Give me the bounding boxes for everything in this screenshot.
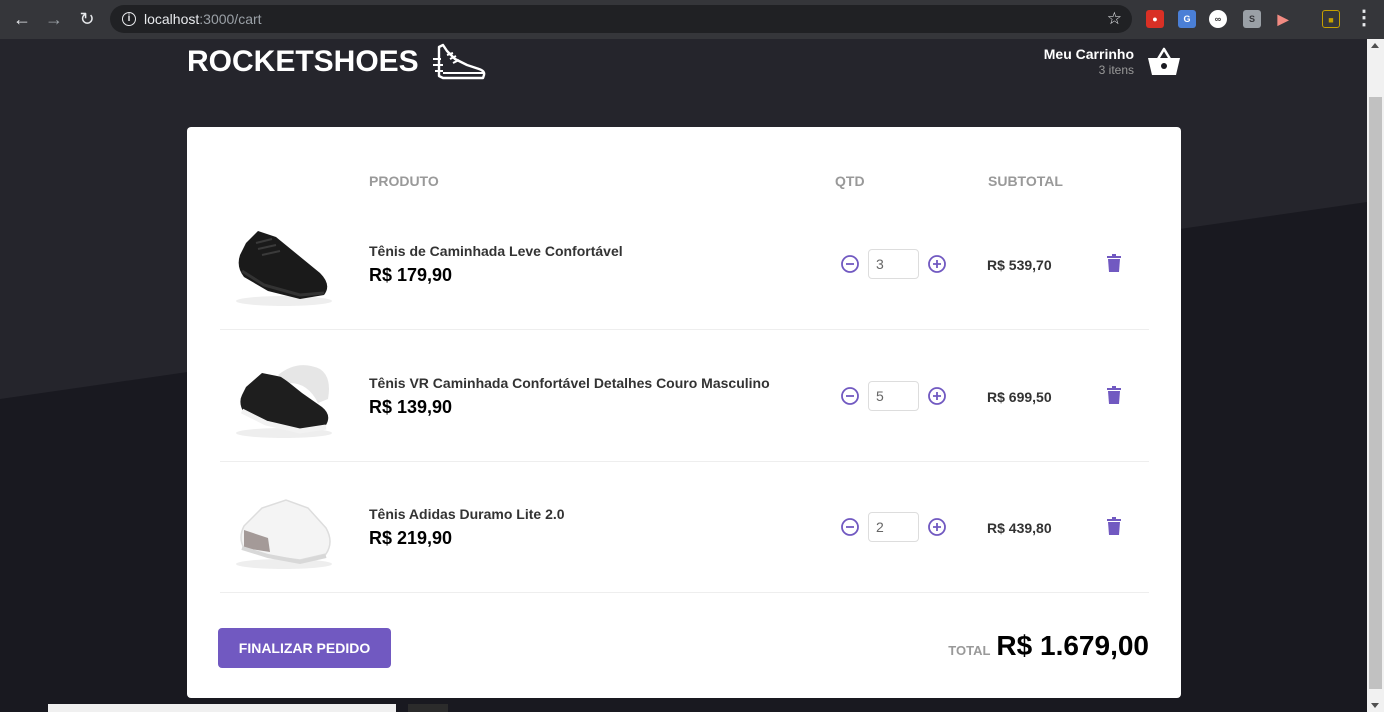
header-subtotal: SUBTOTAL	[988, 173, 1063, 189]
taskbar-item[interactable]	[408, 704, 448, 712]
product-subtotal: R$ 439,80	[987, 520, 1052, 536]
product-title: Tênis VR Caminhada Confortável Detalhes …	[369, 375, 770, 391]
white-sneaker-image	[236, 499, 332, 569]
product-price: R$ 219,90	[369, 528, 453, 548]
extension-red-icon[interactable]: ●	[1146, 10, 1164, 28]
sneaker-logo-icon	[432, 43, 486, 80]
finish-order-button[interactable]: FINALIZAR PEDIDO	[218, 628, 391, 668]
product-price: R$ 179,90	[369, 265, 453, 285]
url-text[interactable]: localhost:3000/cart	[144, 11, 262, 27]
cart-panel: PRODUTO QTD SUBTOTAL Tênis de Caminhada …	[187, 127, 1181, 698]
product-info: Tênis VR Caminhada Confortável Detalhes …	[369, 375, 770, 418]
table-row: Tênis Adidas Duramo Lite 2.0 R$ 219,90 R…	[220, 462, 1149, 593]
product-price: R$ 139,90	[369, 397, 453, 417]
scroll-down-icon[interactable]	[1371, 703, 1379, 708]
extension-circle-icon[interactable]: ∞	[1209, 10, 1227, 28]
quantity-input[interactable]	[868, 512, 919, 542]
total-value: R$ 1.679,00	[996, 630, 1149, 661]
product-title: Tênis Adidas Duramo Lite 2.0	[369, 506, 565, 522]
quantity-stepper	[840, 512, 947, 542]
decrement-icon[interactable]	[840, 254, 860, 274]
back-arrow-icon[interactable]: ←	[12, 9, 32, 29]
translate-extension-icon[interactable]: G	[1178, 10, 1196, 28]
extension-play-icon[interactable]: ▶	[1274, 10, 1292, 28]
cart-link[interactable]: Meu Carrinho 3 itens	[1010, 41, 1182, 81]
cart-summary: Meu Carrinho 3 itens	[1044, 46, 1134, 77]
trash-icon[interactable]	[1107, 386, 1121, 404]
total-label: TOTAL	[948, 643, 991, 658]
black-sneaker-image	[236, 231, 332, 306]
decrement-icon[interactable]	[840, 386, 860, 406]
header-qtd: QTD	[835, 173, 865, 189]
page-viewport: ROCKETSHOES Meu Carrinho 3 itens PRODUTO…	[0, 39, 1367, 712]
header-produto: PRODUTO	[369, 173, 439, 189]
total: TOTAL R$ 1.679,00	[948, 630, 1149, 662]
taskbar-search-box[interactable]	[48, 704, 396, 712]
product-info: Tênis de Caminhada Leve Confortável R$ 1…	[369, 243, 623, 286]
table-row: Tênis VR Caminhada Confortável Detalhes …	[220, 331, 1149, 462]
cart-title: Meu Carrinho	[1043, 45, 1134, 62]
decrement-icon[interactable]	[840, 517, 860, 537]
info-icon[interactable]: i	[122, 12, 136, 26]
increment-icon[interactable]	[927, 386, 947, 406]
scroll-thumb[interactable]	[1369, 97, 1382, 689]
browser-menu-icon[interactable]: ⋮	[1354, 8, 1374, 28]
browser-toolbar: ← → ↻ i localhost:3000/cart ☆ ● G ∞ S ▶ …	[0, 0, 1384, 39]
quantity-input[interactable]	[868, 381, 919, 411]
quantity-stepper	[840, 381, 947, 411]
product-subtotal: R$ 699,50	[987, 389, 1052, 405]
bookmark-star-icon[interactable]: ☆	[1107, 9, 1122, 29]
quantity-stepper	[840, 249, 947, 279]
product-subtotal: R$ 539,70	[987, 257, 1052, 273]
cart-count: 3 itens	[1098, 62, 1134, 77]
logo[interactable]: ROCKETSHOES	[187, 43, 487, 81]
quantity-input[interactable]	[868, 249, 919, 279]
table-row: Tênis de Caminhada Leve Confortável R$ 1…	[220, 199, 1149, 330]
row-divider	[220, 329, 1149, 330]
trash-icon[interactable]	[1107, 517, 1121, 535]
extension-s-icon[interactable]: S	[1243, 10, 1261, 28]
trash-icon[interactable]	[1107, 254, 1121, 272]
increment-icon[interactable]	[927, 517, 947, 537]
forward-arrow-icon[interactable]: →	[44, 9, 64, 29]
product-info: Tênis Adidas Duramo Lite 2.0 R$ 219,90	[369, 506, 565, 549]
reload-icon[interactable]: ↻	[77, 9, 97, 29]
address-bar[interactable]: i localhost:3000/cart ☆	[110, 5, 1132, 33]
extension-yellow-icon[interactable]: ■	[1322, 10, 1340, 28]
increment-icon[interactable]	[927, 254, 947, 274]
page-scrollbar[interactable]	[1367, 39, 1384, 712]
logo-text: ROCKETSHOES	[187, 45, 419, 78]
shopping-basket-icon	[1148, 47, 1180, 75]
product-title: Tênis de Caminhada Leve Confortável	[369, 243, 623, 259]
row-divider	[220, 592, 1149, 593]
scroll-up-icon[interactable]	[1371, 43, 1379, 48]
black-white-sneaker-image	[236, 365, 332, 438]
